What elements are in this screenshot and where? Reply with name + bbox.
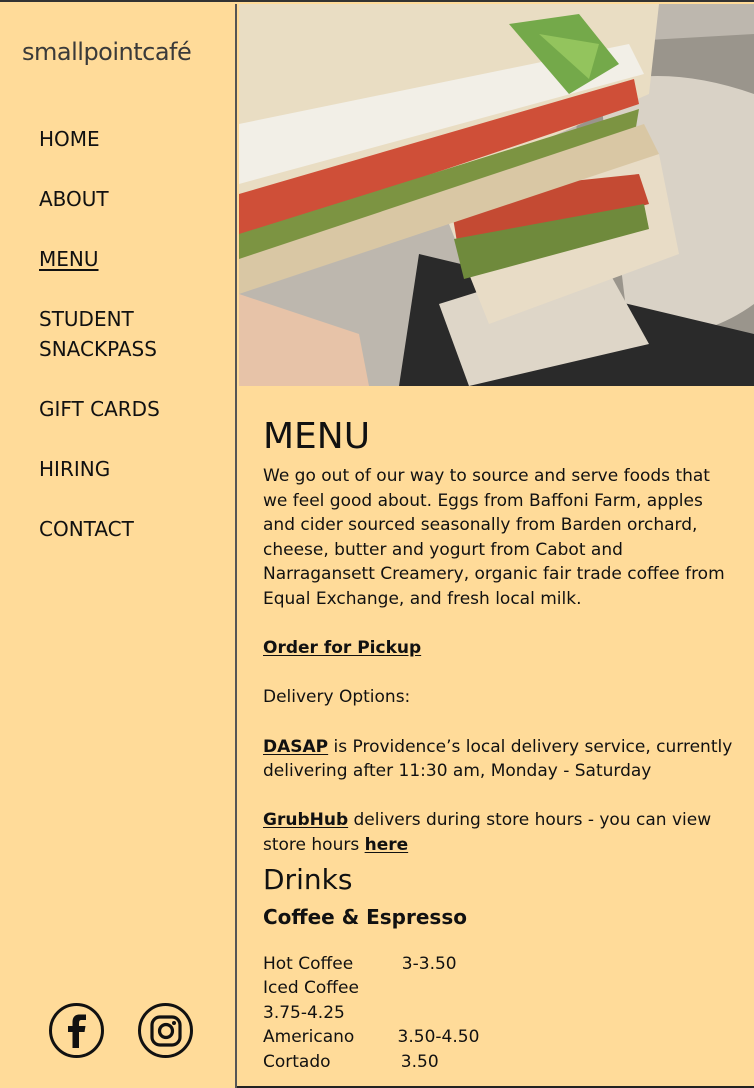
page-title: MENU — [263, 416, 371, 457]
facebook-icon[interactable] — [49, 1003, 104, 1058]
sidebar: smallpointcafé HOME ABOUT MENU STUDENT S… — [0, 4, 237, 1088]
nav-item-student-snackpass[interactable]: STUDENT SNACKPASS — [39, 304, 209, 364]
dasap-description: is Providence’s local delivery service, … — [263, 736, 733, 782]
nav-item-menu[interactable]: MENU — [39, 244, 209, 274]
price-list: Hot Coffee 3-3.50 Iced Coffee 3.75-4.25 … — [263, 952, 733, 1075]
menu-item-name: Iced Coffee — [263, 978, 359, 999]
nav-item-hiring[interactable]: HIRING — [39, 454, 209, 484]
coffee-espresso-heading: Coffee & Espresso — [263, 904, 467, 929]
grubhub-paragraph: GrubHub delivers during store hours - yo… — [263, 808, 733, 857]
menu-item: Cortado 3.50 — [263, 1050, 733, 1075]
delivery-options-label: Delivery Options: — [263, 687, 411, 708]
menu-item: Americano 3.50-4.50 — [263, 1025, 733, 1050]
site-logo[interactable]: smallpointcafé — [22, 38, 192, 66]
menu-item: Iced Coffee — [263, 976, 733, 1001]
instagram-glyph — [149, 1014, 182, 1047]
menu-content: MENU We go out of our way to source and … — [263, 412, 733, 1074]
sandwich-photo — [239, 4, 754, 386]
order-paragraph: Order for Pickup — [263, 636, 733, 661]
menu-item-price: 3.50 — [400, 1051, 439, 1072]
nav-item-label: HIRING — [39, 457, 111, 481]
logo-word-small: small — [22, 38, 84, 66]
instagram-icon[interactable] — [138, 1003, 193, 1058]
logo-word-point: point — [83, 38, 143, 66]
nav-item-label: CONTACT — [39, 517, 134, 541]
order-for-pickup-link[interactable]: Order for Pickup — [263, 638, 421, 658]
dasap-paragraph: DASAP is Providence’s local delivery ser… — [263, 735, 733, 784]
menu-intro: We go out of our way to source and serve… — [263, 466, 725, 609]
nav-item-home[interactable]: HOME — [39, 124, 209, 154]
social-links — [49, 1003, 193, 1058]
menu-item-name: Hot Coffee — [263, 953, 354, 974]
hero-image-sandwich — [239, 4, 754, 386]
nav-item-label: MENU — [39, 247, 99, 271]
page: smallpointcafé HOME ABOUT MENU STUDENT S… — [0, 0, 754, 1088]
nav-item-label: ABOUT — [39, 187, 109, 211]
main-nav: HOME ABOUT MENU STUDENT SNACKPASS GIFT C… — [39, 124, 209, 574]
menu-item-name: Americano — [263, 1027, 355, 1048]
nav-item-label: STUDENT SNACKPASS — [39, 307, 157, 361]
store-hours-link[interactable]: here — [365, 835, 409, 855]
dasap-link[interactable]: DASAP — [263, 737, 328, 757]
menu-item-price: 3-3.50 — [401, 953, 457, 974]
menu-item-name: Cortado — [263, 1051, 331, 1072]
nav-item-contact[interactable]: CONTACT — [39, 514, 209, 544]
facebook-glyph — [67, 1014, 86, 1048]
menu-item-price: 3.50-4.50 — [397, 1027, 480, 1048]
menu-item: 3.75-4.25 — [263, 1001, 733, 1026]
nav-item-label: HOME — [39, 127, 100, 151]
menu-item: Hot Coffee 3-3.50 — [263, 952, 733, 977]
nav-item-label: GIFT CARDS — [39, 397, 160, 421]
logo-word-cafe: café — [142, 38, 192, 66]
nav-item-about[interactable]: ABOUT — [39, 184, 209, 214]
grubhub-link[interactable]: GrubHub — [263, 810, 348, 830]
nav-item-gift-cards[interactable]: GIFT CARDS — [39, 394, 209, 424]
drinks-heading: Drinks — [263, 862, 353, 896]
menu-item-price: 3.75-4.25 — [263, 1002, 345, 1023]
